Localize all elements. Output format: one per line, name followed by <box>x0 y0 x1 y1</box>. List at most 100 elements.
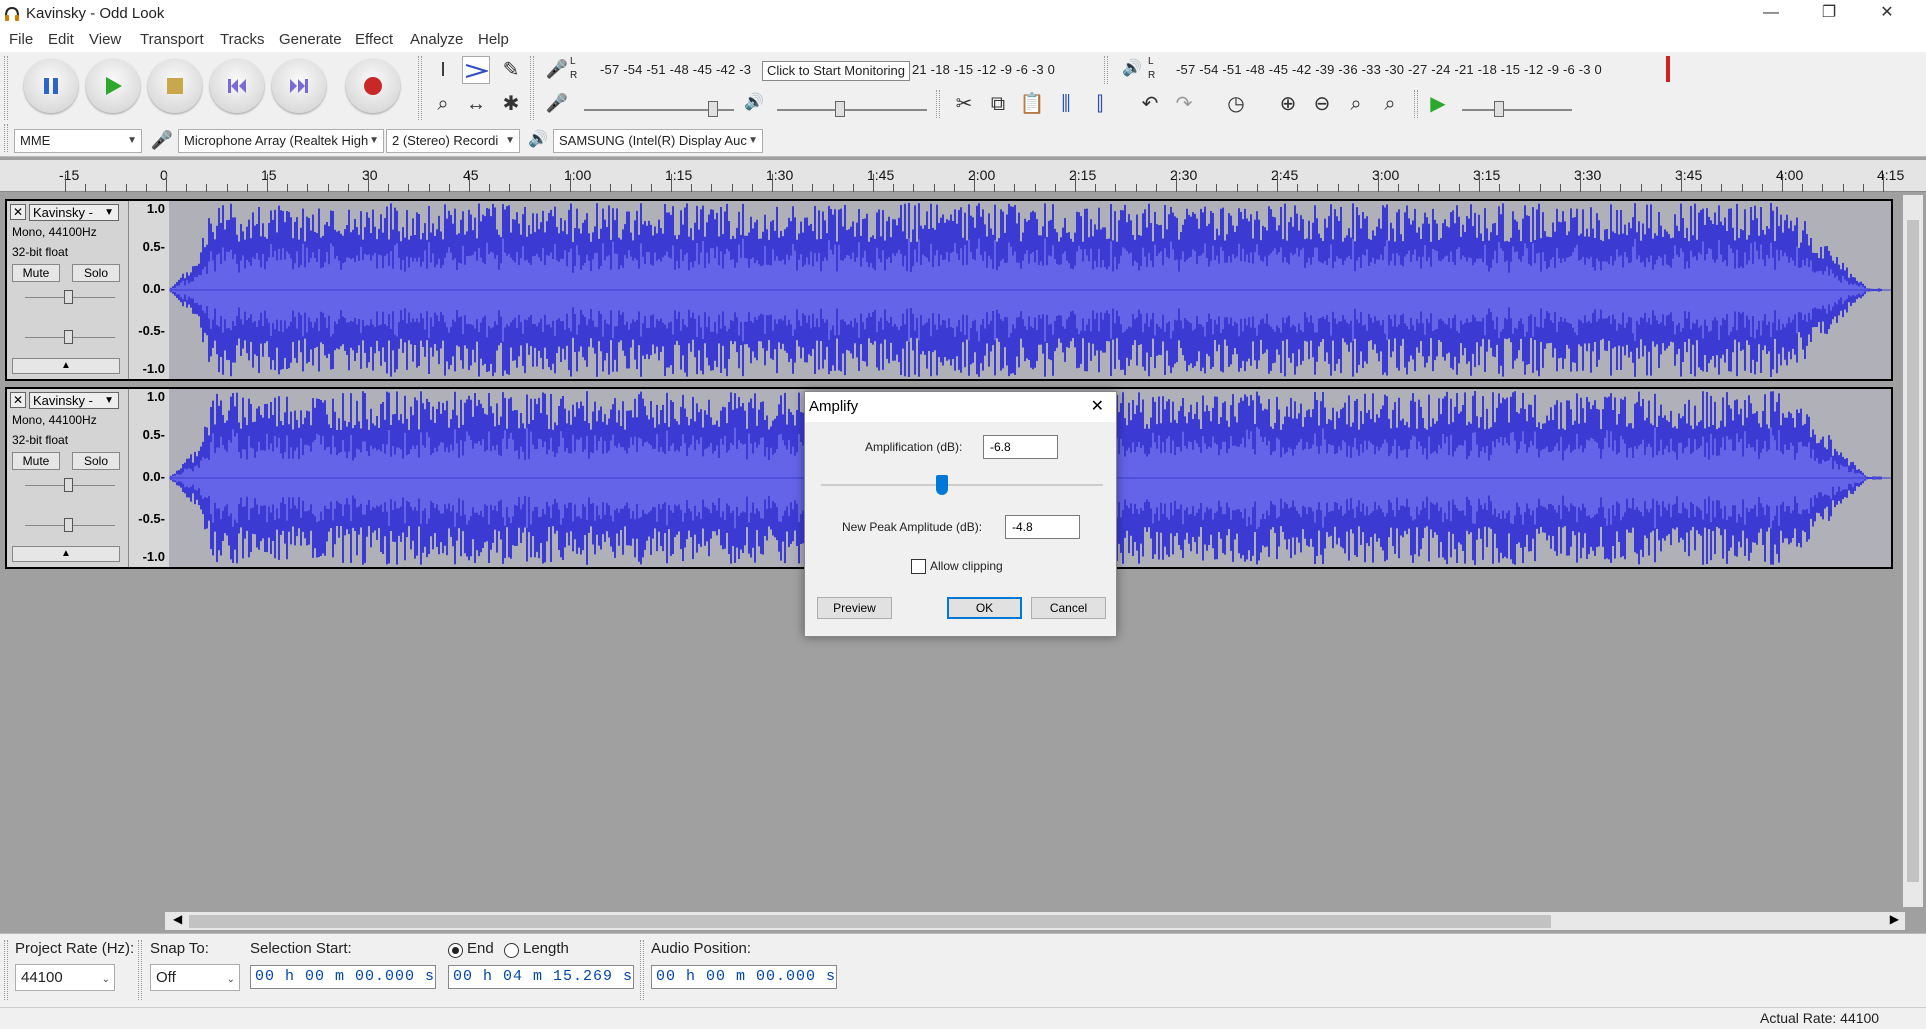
zoom-tool-icon[interactable]: ⌕ <box>429 90 457 118</box>
play-speed-knob[interactable] <box>1494 101 1504 117</box>
playback-meter-scale[interactable]: -57 -54 -51 -48 -45 -42 -39 -36 -33 -30 … <box>1176 62 1602 77</box>
playback-device-select[interactable]: SAMSUNG (Intel(R) Display Auc ▼ <box>553 129 763 153</box>
record-button[interactable] <box>346 59 400 113</box>
solo-button[interactable]: Solo <box>72 264 120 282</box>
fit-selection-icon[interactable]: ⌕ <box>1342 90 1370 118</box>
close-track-icon[interactable]: ✕ <box>10 204 26 220</box>
vertical-scroll-thumb[interactable] <box>1907 220 1919 882</box>
cancel-button[interactable]: Cancel <box>1031 597 1106 619</box>
close-window-button[interactable]: ✕ <box>1858 0 1916 28</box>
play-button[interactable] <box>86 59 140 113</box>
selection-end-time[interactable]: 00 h 04 m 15.269 s <box>448 965 634 989</box>
skip-to-start-button[interactable] <box>210 59 264 113</box>
audio-host-select[interactable]: MME ▼ <box>14 129 142 153</box>
zoom-in-icon[interactable]: ⊕ <box>1274 90 1302 118</box>
toolbar-grip[interactable] <box>4 56 8 120</box>
allow-clipping-checkbox[interactable] <box>911 559 926 574</box>
mute-button[interactable]: Mute <box>12 264 60 282</box>
menu-file[interactable]: File <box>9 31 33 48</box>
length-radio[interactable] <box>504 943 519 958</box>
play-at-speed-icon[interactable]: ▶ <box>1424 90 1452 118</box>
track-control-panel[interactable]: ✕ Kavinsky - ▼ Mono, 44100Hz 32-bit floa… <box>7 389 129 567</box>
selection-tool-icon[interactable]: I <box>429 56 457 84</box>
menu-effect[interactable]: Effect <box>355 31 393 48</box>
toolbar-grip[interactable] <box>640 940 644 1000</box>
minimize-button[interactable]: — <box>1742 0 1800 28</box>
playback-volume-slider[interactable] <box>777 109 927 111</box>
scroll-right-icon[interactable]: ▶ <box>1890 912 1899 926</box>
snap-to-select[interactable]: Off ⌄ <box>150 964 240 991</box>
record-meter-scale-right[interactable]: 21 -18 -15 -12 -9 -6 -3 0 <box>912 62 1055 77</box>
close-track-icon[interactable]: ✕ <box>10 392 26 408</box>
draw-tool-icon[interactable]: ✎ <box>497 56 525 84</box>
trim-audio-icon[interactable]: ⫼ <box>1052 90 1080 118</box>
horizontal-scroll-thumb[interactable] <box>189 915 1551 928</box>
pan-knob[interactable] <box>64 518 73 532</box>
menu-help[interactable]: Help <box>478 31 509 48</box>
paste-icon[interactable]: 📋 <box>1018 90 1046 118</box>
monitor-tooltip[interactable]: Click to Start Monitoring <box>762 61 910 81</box>
track-name-menu[interactable]: Kavinsky - ▼ <box>29 392 119 409</box>
track-control-panel[interactable]: ✕ Kavinsky - ▼ Mono, 44100Hz 32-bit floa… <box>7 201 129 379</box>
pan-knob[interactable] <box>64 330 73 344</box>
close-dialog-icon[interactable]: ✕ <box>1091 392 1104 422</box>
multi-tool-icon[interactable]: ✱ <box>497 90 525 118</box>
silence-audio-icon[interactable]: ⫿ <box>1086 90 1114 118</box>
scroll-left-icon[interactable]: ◀ <box>173 912 182 926</box>
collapse-track-icon[interactable]: ▲ <box>12 546 120 562</box>
amplification-input[interactable]: -6.8 <box>983 435 1058 459</box>
ok-button[interactable]: OK <box>947 597 1022 619</box>
end-radio[interactable] <box>448 943 463 958</box>
track-name-menu[interactable]: Kavinsky - ▼ <box>29 204 119 221</box>
menu-analyze[interactable]: Analyze <box>410 31 463 48</box>
play-speed-slider[interactable] <box>1462 109 1572 111</box>
timeshift-tool-icon[interactable]: ↔ <box>462 90 490 118</box>
toolbar-grip[interactable] <box>418 56 422 120</box>
stop-button[interactable] <box>148 59 202 113</box>
zoom-out-icon[interactable]: ⊖ <box>1308 90 1336 118</box>
menu-edit[interactable]: Edit <box>48 31 74 48</box>
record-meter-mic-icon[interactable]: 🎤 <box>543 55 571 83</box>
amplification-slider-knob[interactable] <box>936 475 949 495</box>
toolbar-grip[interactable] <box>1104 56 1108 84</box>
amplification-slider[interactable] <box>821 484 1103 486</box>
menu-tracks[interactable]: Tracks <box>220 31 264 48</box>
cut-icon[interactable]: ✂ <box>950 90 978 118</box>
gain-knob[interactable] <box>64 290 73 304</box>
menu-view[interactable]: View <box>89 31 121 48</box>
fit-project-icon[interactable]: ⌕ <box>1376 90 1404 118</box>
undo-icon[interactable]: ↶ <box>1136 90 1164 118</box>
toolbar-grip[interactable] <box>138 940 142 1000</box>
menu-generate[interactable]: Generate <box>279 31 342 48</box>
preview-button[interactable]: Preview <box>817 597 892 619</box>
record-meter-scale[interactable]: -57 -54 -51 -48 -45 -42 -3 <box>600 62 751 77</box>
sync-lock-icon[interactable]: ◷ <box>1222 90 1250 118</box>
recording-device-select[interactable]: Microphone Array (Realtek High ▼ <box>178 129 384 153</box>
toolbar-grip[interactable] <box>4 124 8 152</box>
recording-channels-select[interactable]: 2 (Stereo) Recordi ▼ <box>386 129 520 153</box>
project-rate-select[interactable]: 44100 ⌄ <box>15 964 115 991</box>
playback-meter-speaker-icon[interactable]: 🔊 <box>1118 55 1146 83</box>
collapse-track-icon[interactable]: ▲ <box>12 358 120 374</box>
waveform[interactable] <box>169 201 1891 379</box>
toolbar-grip[interactable] <box>936 90 940 118</box>
restore-button[interactable]: ❐ <box>1800 0 1858 28</box>
envelope-tool-icon[interactable] <box>462 56 490 84</box>
copy-icon[interactable]: ⧉ <box>984 90 1012 118</box>
timeline-ruler[interactable]: -15 0 15 30 45 1:00 1:15 1:30 1:45 2:00 2:15 2:30 2:… <box>0 160 1926 192</box>
menu-transport[interactable]: Transport <box>140 31 204 48</box>
solo-button[interactable]: Solo <box>72 452 120 470</box>
mute-button[interactable]: Mute <box>12 452 60 470</box>
audio-position-time[interactable]: 00 h 00 m 00.000 s <box>651 965 837 989</box>
new-peak-amplitude-input[interactable]: -4.8 <box>1005 515 1080 539</box>
vertical-scrollbar[interactable] <box>1903 195 1923 907</box>
pause-button[interactable] <box>24 59 78 113</box>
recording-volume-knob[interactable] <box>708 101 718 117</box>
toolbar-grip[interactable] <box>530 56 534 120</box>
selection-start-time[interactable]: 00 h 00 m 00.000 s <box>250 965 436 989</box>
toolbar-grip[interactable] <box>1414 90 1418 118</box>
playback-volume-knob[interactable] <box>835 101 845 117</box>
toolbar-grip[interactable] <box>4 940 8 1000</box>
horizontal-scrollbar[interactable]: ◀ ▶ <box>165 912 1905 930</box>
redo-icon[interactable]: ↷ <box>1170 90 1198 118</box>
